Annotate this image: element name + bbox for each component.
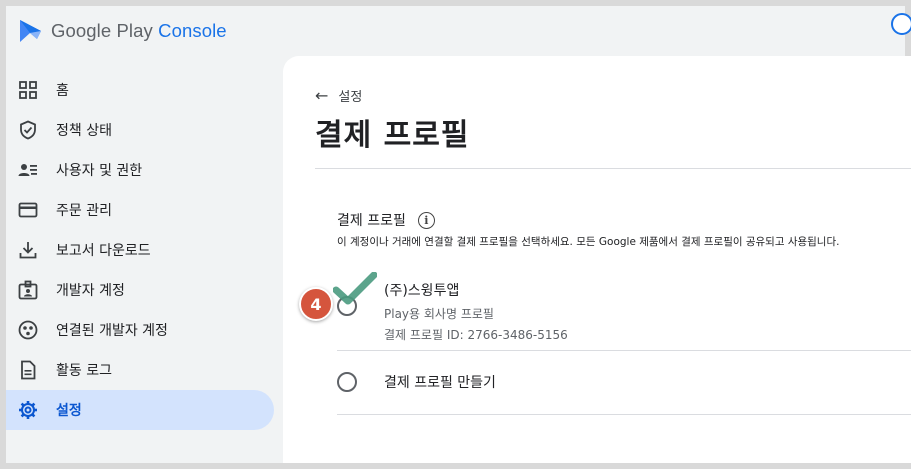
divider (337, 414, 911, 415)
sidebar-item-download-reports[interactable]: 보고서 다운로드 (6, 230, 274, 270)
play-console-logo-icon (20, 20, 41, 42)
section-description: 이 계정이나 거래에 연결할 결제 프로필을 선택하세요. 모든 Google … (337, 236, 840, 248)
download-icon (18, 240, 38, 260)
sidebar-item-home[interactable]: 홈 (6, 70, 274, 110)
top-header: Google Play Console (6, 6, 911, 56)
sidebar-item-label: 홈 (56, 83, 69, 99)
payment-profile-name: (주)스윙투앱 (384, 283, 460, 299)
step-number-badge: 4 (299, 287, 333, 321)
users-list-icon (18, 160, 38, 180)
grid-icon (18, 80, 38, 100)
info-icon[interactable]: i (417, 211, 435, 229)
sidebar-item-linked-developer-accounts[interactable]: 연결된 개발자 계정 (6, 310, 274, 350)
badge-icon (18, 280, 38, 300)
payment-profile-id: 결제 프로필 ID: 2766-3486-5156 (384, 328, 568, 342)
sidebar-item-policy-status[interactable]: 정책 상태 (6, 110, 274, 150)
sidebar-nav: 홈 정책 상태 사용자 및 권한 주문 관리 보고서 다운로드 개발자 계정 연… (6, 70, 274, 430)
payment-profile-subtitle: Play용 회사명 프로필 (384, 307, 494, 321)
play-console-logo[interactable]: Google Play Console (17, 18, 227, 44)
sidebar-item-label: 활동 로그 (56, 363, 112, 379)
sidebar-item-label: 주문 관리 (56, 203, 112, 219)
main-content: ← 설정 결제 프로필 결제 프로필 i 이 계정이나 거래에 연결할 결제 프… (283, 56, 911, 463)
back-arrow-icon[interactable]: ← (315, 86, 328, 105)
sidebar-item-developer-account[interactable]: 개발자 계정 (6, 270, 274, 310)
create-profile-radio[interactable] (337, 372, 357, 392)
divider (315, 168, 911, 169)
linked-circle-icon (18, 320, 38, 340)
screenshot-frame-bottom (0, 463, 911, 469)
section-title-label: 결제 프로필 (337, 213, 406, 229)
sidebar-item-label: 설정 (56, 403, 82, 419)
breadcrumb-label[interactable]: 설정 (338, 86, 362, 105)
divider (337, 350, 911, 351)
gear-icon (18, 400, 38, 420)
breadcrumb[interactable]: ← 설정 (315, 86, 362, 105)
checkmark-icon (333, 272, 377, 305)
sidebar-item-users-permissions[interactable]: 사용자 및 권한 (6, 150, 274, 190)
sidebar-item-label: 사용자 및 권한 (56, 163, 143, 179)
section-title: 결제 프로필 i (337, 210, 435, 230)
sidebar-item-label: 연결된 개발자 계정 (56, 323, 168, 339)
shield-check-icon (18, 120, 38, 140)
sidebar-item-settings[interactable]: 설정 (6, 390, 274, 430)
create-payment-profile-option[interactable]: 결제 프로필 만들기 (337, 372, 496, 392)
logo-text-console: Console (158, 20, 227, 41)
credit-card-icon (18, 200, 38, 220)
sidebar-item-activity-log[interactable]: 활동 로그 (6, 350, 274, 390)
create-profile-label: 결제 프로필 만들기 (384, 375, 496, 391)
sidebar-item-order-management[interactable]: 주문 관리 (6, 190, 274, 230)
sidebar-item-label: 보고서 다운로드 (56, 243, 151, 259)
sidebar-item-label: 정책 상태 (56, 123, 112, 139)
sidebar-item-label: 개발자 계정 (56, 283, 125, 299)
logo-text-main: Google Play (51, 20, 159, 41)
document-icon (18, 360, 38, 380)
page-title: 결제 프로필 (315, 118, 470, 153)
account-avatar[interactable] (891, 13, 911, 35)
